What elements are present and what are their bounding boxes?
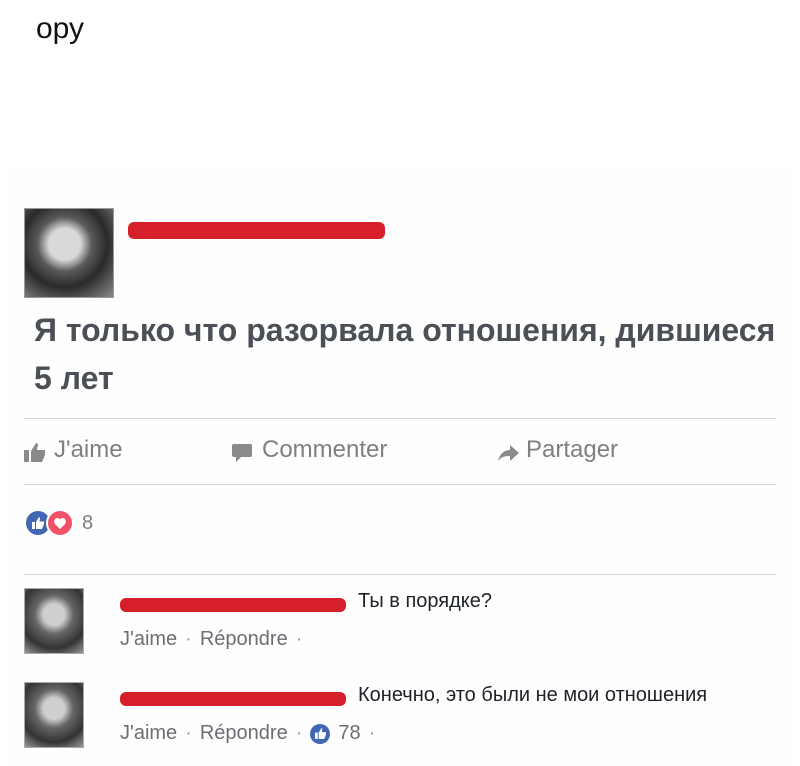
divider-top xyxy=(24,418,776,419)
like-label: J'aime xyxy=(54,436,123,463)
commenter-name-redaction xyxy=(120,598,346,612)
meta-separator: · xyxy=(295,628,303,650)
like-action[interactable]: J'aime xyxy=(24,436,123,464)
share-arrow-icon xyxy=(496,441,519,461)
comment-like-count: 78 xyxy=(338,722,361,744)
author-name-redaction xyxy=(128,222,385,239)
post-card: Я только что разорвала отношения, дившие… xyxy=(0,150,800,766)
comment-like-link[interactable]: J'aime xyxy=(120,628,177,651)
comment-text: Ты в порядке? xyxy=(358,590,493,612)
caption: ору xyxy=(36,12,85,45)
love-reaction-icon xyxy=(46,509,74,537)
comment-reply-link[interactable]: Répondre xyxy=(200,628,288,651)
post-actions: J'aime Commenter Partager xyxy=(24,430,784,470)
comment-2: Конечно, это были не мои отношения J'aim… xyxy=(24,682,794,762)
comment-label: Commenter xyxy=(262,436,388,463)
comment-action[interactable]: Commenter xyxy=(232,436,387,464)
reaction-count: 8 xyxy=(82,511,94,534)
comment-meta: J'aime · Répondre · xyxy=(120,628,302,651)
divider-mid xyxy=(24,484,776,485)
share-label: Partager xyxy=(526,436,619,463)
meta-separator: · xyxy=(185,722,192,744)
commenter-avatar[interactable] xyxy=(24,682,84,748)
divider-comments xyxy=(24,574,776,575)
comment-like-link[interactable]: J'aime xyxy=(120,722,177,745)
like-badge-icon xyxy=(310,723,331,744)
reactions-summary[interactable]: 8 xyxy=(24,508,93,538)
post-text: Я только что разорвала отношения, дившие… xyxy=(34,312,776,396)
comment-1: Ты в порядке? J'aime · Répondre · xyxy=(24,588,794,668)
meta-separator: · xyxy=(185,628,192,650)
author-avatar[interactable] xyxy=(24,208,114,298)
share-action[interactable]: Partager xyxy=(496,436,618,464)
commenter-name-redaction xyxy=(120,692,346,706)
comment-meta: J'aime · Répondre · 78 · xyxy=(120,722,375,745)
post-inner: Я только что разорвала отношения, дившие… xyxy=(10,168,790,766)
comment-text: Конечно, это были не мои отношения xyxy=(358,684,708,706)
thumb-up-icon xyxy=(24,441,45,462)
meta-separator: · xyxy=(368,722,376,744)
comment-reply-link[interactable]: Répondre xyxy=(200,722,288,745)
comment-icon xyxy=(232,441,252,462)
commenter-avatar[interactable] xyxy=(24,588,84,654)
meta-separator: · xyxy=(295,722,303,744)
